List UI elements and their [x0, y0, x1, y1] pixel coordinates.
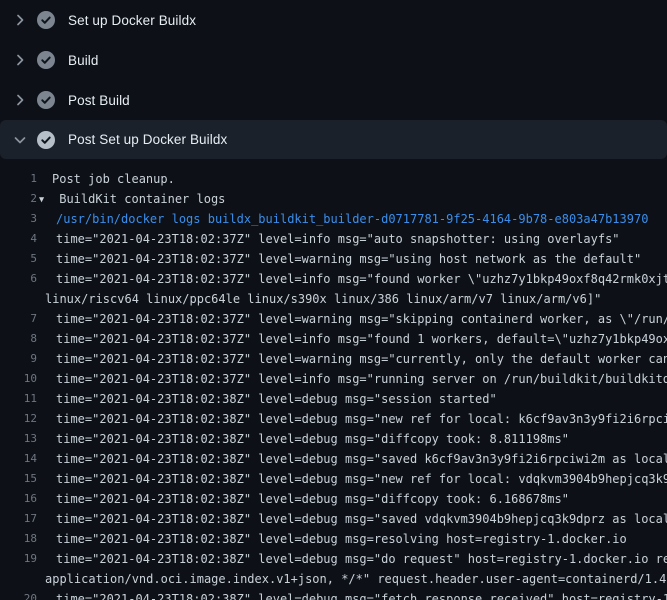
step-title: Build — [68, 53, 99, 68]
step-list: Set up Docker Buildx Build Post Build Post … — [0, 0, 667, 159]
log-line-number[interactable]: 9 — [0, 349, 37, 369]
log-line: 20time="2021-04-23T18:02:38Z" level=debu… — [0, 589, 667, 600]
check-circle-icon — [37, 51, 55, 69]
log-line-text: time="2021-04-23T18:02:38Z" level=debug … — [37, 449, 667, 469]
log-line-number[interactable]: 5 — [0, 249, 37, 269]
log-line: 12time="2021-04-23T18:02:38Z" level=debu… — [0, 409, 667, 429]
log-line-text: time="2021-04-23T18:02:38Z" level=debug … — [37, 389, 667, 409]
log-line-number[interactable]: 1 — [0, 169, 37, 189]
log-line-number[interactable]: 7 — [0, 309, 37, 329]
log-line-number[interactable]: 11 — [0, 389, 37, 409]
step-header-build[interactable]: Build — [0, 40, 667, 80]
log-line: 4time="2021-04-23T18:02:37Z" level=info … — [0, 229, 667, 249]
log-line-number[interactable]: 16 — [0, 489, 37, 509]
log-line-number — [0, 569, 37, 589]
check-circle-icon — [37, 131, 55, 149]
log-line-number[interactable]: 15 — [0, 469, 37, 489]
log-line-continuation: application/vnd.oci.image.index.v1+json,… — [0, 569, 667, 589]
log-line-text: time="2021-04-23T18:02:37Z" level=info m… — [37, 229, 667, 249]
log-line-number[interactable]: 12 — [0, 409, 37, 429]
log-line-number[interactable]: 19 — [0, 549, 37, 569]
chevron-right-icon[interactable] — [12, 12, 28, 28]
log-line-text: time="2021-04-23T18:02:38Z" level=debug … — [37, 409, 667, 429]
group-collapse-toggle-icon[interactable]: ▼ — [39, 190, 52, 209]
log-line-text: time="2021-04-23T18:02:37Z" level=info m… — [37, 329, 667, 349]
log-line: 5time="2021-04-23T18:02:37Z" level=warni… — [0, 249, 667, 269]
log-line-number[interactable]: 6 — [0, 269, 37, 289]
log-line-text: time="2021-04-23T18:02:38Z" level=debug … — [37, 529, 667, 549]
log-line-text: time="2021-04-23T18:02:37Z" level=warnin… — [37, 349, 667, 369]
log-line: 1Post job cleanup. — [0, 169, 667, 189]
log-line: 9time="2021-04-23T18:02:37Z" level=warni… — [0, 349, 667, 369]
log-line-number[interactable]: 17 — [0, 509, 37, 529]
chevron-right-icon[interactable] — [12, 52, 28, 68]
log-line-text: time="2021-04-23T18:02:37Z" level=info m… — [37, 369, 667, 389]
log-line-number — [0, 289, 37, 309]
check-circle-icon — [37, 11, 55, 29]
chevron-right-icon[interactable] — [12, 92, 28, 108]
check-circle-icon — [37, 91, 55, 109]
log-output: 1Post job cleanup.2▼ BuildKit container … — [0, 159, 667, 600]
log-line-number[interactable]: 18 — [0, 529, 37, 549]
log-line-text: time="2021-04-23T18:02:38Z" level=debug … — [37, 549, 667, 569]
log-line-number[interactable]: 4 — [0, 229, 37, 249]
log-line-text: time="2021-04-23T18:02:38Z" level=debug … — [37, 429, 667, 449]
log-line-text: time="2021-04-23T18:02:38Z" level=debug … — [37, 489, 667, 509]
log-line-text: application/vnd.oci.image.index.v1+json,… — [37, 569, 667, 589]
log-line-number[interactable]: 14 — [0, 449, 37, 469]
log-line: 18time="2021-04-23T18:02:38Z" level=debu… — [0, 529, 667, 549]
log-line: 17time="2021-04-23T18:02:38Z" level=debu… — [0, 509, 667, 529]
log-line-number[interactable]: 8 — [0, 329, 37, 349]
log-line: 19time="2021-04-23T18:02:38Z" level=debu… — [0, 549, 667, 569]
log-line-text: Post job cleanup. — [37, 169, 667, 189]
log-line-text: time="2021-04-23T18:02:38Z" level=debug … — [37, 589, 667, 600]
log-line-text: ▼ BuildKit container logs — [37, 189, 667, 209]
log-line-number[interactable]: 20 — [0, 589, 37, 600]
log-line-text: linux/riscv64 linux/ppc64le linux/s390x … — [37, 289, 667, 309]
log-line: 15time="2021-04-23T18:02:38Z" level=debu… — [0, 469, 667, 489]
log-line-number[interactable]: 10 — [0, 369, 37, 389]
log-line-number[interactable]: 3 — [0, 209, 37, 229]
log-line-text: time="2021-04-23T18:02:37Z" level=info m… — [37, 269, 667, 289]
chevron-down-icon[interactable] — [12, 132, 28, 148]
log-line: 11time="2021-04-23T18:02:38Z" level=debu… — [0, 389, 667, 409]
step-title: Post Build — [68, 93, 130, 108]
log-line-text: time="2021-04-23T18:02:38Z" level=debug … — [37, 469, 667, 489]
log-line: 7time="2021-04-23T18:02:37Z" level=warni… — [0, 309, 667, 329]
log-line: 2▼ BuildKit container logs — [0, 189, 667, 209]
log-line-number[interactable]: 2 — [0, 189, 37, 209]
log-line: 6time="2021-04-23T18:02:37Z" level=info … — [0, 269, 667, 289]
log-line-text: time="2021-04-23T18:02:37Z" level=warnin… — [37, 249, 667, 269]
log-line-continuation: linux/riscv64 linux/ppc64le linux/s390x … — [0, 289, 667, 309]
log-line: 8time="2021-04-23T18:02:37Z" level=info … — [0, 329, 667, 349]
step-header-set-up-docker-buildx[interactable]: Set up Docker Buildx — [0, 0, 667, 40]
step-title: Post Set up Docker Buildx — [68, 132, 227, 147]
step-title: Set up Docker Buildx — [68, 13, 196, 28]
log-line-number[interactable]: 13 — [0, 429, 37, 449]
log-line-text: time="2021-04-23T18:02:38Z" level=debug … — [37, 509, 667, 529]
log-line: 14time="2021-04-23T18:02:38Z" level=debu… — [0, 449, 667, 469]
step-header-post-build[interactable]: Post Build — [0, 80, 667, 120]
log-command-text: /usr/bin/docker logs buildx_buildkit_bui… — [37, 209, 667, 229]
step-header-post-set-up-docker-buildx[interactable]: Post Set up Docker Buildx — [0, 120, 667, 159]
log-line: 3/usr/bin/docker logs buildx_buildkit_bu… — [0, 209, 667, 229]
log-line-text: time="2021-04-23T18:02:37Z" level=warnin… — [37, 309, 667, 329]
log-line: 13time="2021-04-23T18:02:38Z" level=debu… — [0, 429, 667, 449]
log-line: 16time="2021-04-23T18:02:38Z" level=debu… — [0, 489, 667, 509]
log-line: 10time="2021-04-23T18:02:37Z" level=info… — [0, 369, 667, 389]
actions-log-viewer: Set up Docker Buildx Build Post Build Post … — [0, 0, 667, 600]
